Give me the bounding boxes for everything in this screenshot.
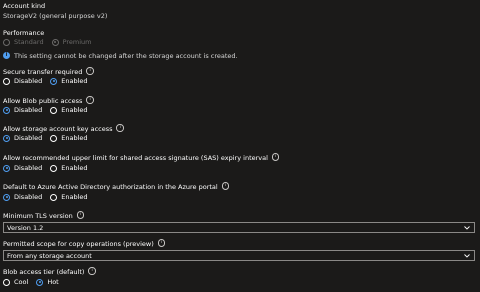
access-tier-label-text: Blob access tier (default)	[3, 268, 85, 276]
secure-transfer-label-text: Secure transfer required	[3, 68, 83, 76]
storage-key-access-radio-group: Disabled Enabled	[3, 134, 96, 142]
copy-scope-value: From any storage account	[7, 252, 92, 260]
chevron-down-icon	[464, 254, 470, 258]
blob-public-access-label-text: Allow Blob public access	[3, 97, 83, 105]
storage-key-access-disabled-label: Disabled	[14, 134, 43, 142]
info-icon[interactable]: i	[271, 153, 280, 161]
performance-radio-group: Standard Premium	[3, 38, 100, 46]
storage-key-access-label: Allow storage account key access i	[3, 124, 124, 133]
copy-scope-dropdown[interactable]: From any storage account	[3, 250, 475, 261]
info-icon[interactable]: i	[116, 124, 124, 132]
aad-default-enabled-label: Enabled	[61, 193, 88, 201]
performance-standard-radio[interactable]	[3, 38, 10, 46]
chevron-down-icon	[464, 226, 470, 230]
info-icon[interactable]: i	[221, 182, 230, 190]
aad-default-label: Default to Azure Active Directory author…	[3, 182, 230, 191]
storage-key-access-enabled-label: Enabled	[61, 134, 88, 142]
tls-version-dropdown[interactable]: Version 1.2	[3, 222, 475, 233]
account-kind-label: Account kind	[3, 2, 46, 10]
sas-expiry-label-text: Allow recommended upper limit for shared…	[3, 154, 268, 162]
access-tier-radio-group: Cool Hot	[3, 278, 67, 286]
aad-default-disabled-radio[interactable]	[3, 193, 10, 201]
aad-default-disabled-label: Disabled	[14, 193, 43, 201]
copy-scope-label-text: Permitted scope for copy operations (pre…	[3, 240, 154, 248]
storage-key-access-disabled-radio[interactable]	[3, 134, 10, 142]
blob-public-access-radio-group: Disabled Enabled	[3, 106, 96, 114]
info-icon[interactable]: i	[76, 211, 85, 219]
info-icon[interactable]: i	[86, 67, 94, 75]
sas-expiry-label: Allow recommended upper limit for shared…	[3, 153, 280, 162]
performance-note-text: This setting cannot be changed after the…	[14, 52, 238, 60]
secure-transfer-label: Secure transfer required i	[3, 67, 94, 76]
copy-scope-label: Permitted scope for copy operations (pre…	[3, 239, 166, 248]
secure-transfer-disabled-label: Disabled	[14, 77, 43, 85]
info-icon[interactable]: i	[157, 239, 166, 247]
aad-default-enabled-radio[interactable]	[50, 193, 58, 201]
performance-standard-label: Standard	[14, 38, 44, 46]
performance-label: Performance	[3, 29, 45, 37]
sas-expiry-enabled-label: Enabled	[61, 164, 88, 172]
info-icon[interactable]: i	[86, 96, 94, 104]
sas-expiry-disabled-label: Disabled	[14, 164, 43, 172]
performance-note: i This setting cannot be changed after th…	[3, 51, 238, 60]
info-filled-icon: i	[3, 51, 10, 59]
blob-public-access-enabled-radio[interactable]	[50, 106, 58, 114]
storage-key-access-enabled-radio[interactable]	[50, 134, 58, 142]
sas-expiry-disabled-radio[interactable]	[3, 164, 10, 172]
access-tier-cool-radio[interactable]	[3, 278, 10, 286]
secure-transfer-enabled-label: Enabled	[61, 77, 88, 85]
access-tier-hot-radio[interactable]	[36, 278, 44, 286]
blob-public-access-disabled-label: Disabled	[14, 106, 43, 114]
sas-expiry-radio-group: Disabled Enabled	[3, 164, 96, 172]
blob-public-access-label: Allow Blob public access i	[3, 96, 94, 105]
secure-transfer-enabled-radio[interactable]	[50, 77, 58, 85]
account-kind-value: StorageV2 (general purpose v2)	[3, 12, 108, 20]
secure-transfer-radio-group: Disabled Enabled	[3, 77, 96, 85]
info-icon[interactable]: i	[88, 267, 96, 275]
performance-premium-radio[interactable]	[51, 38, 59, 46]
access-tier-label: Blob access tier (default) i	[3, 267, 96, 276]
tls-version-value: Version 1.2	[7, 224, 44, 232]
blob-public-access-disabled-radio[interactable]	[3, 106, 10, 114]
tls-label-text: Minimum TLS version	[3, 212, 73, 220]
aad-default-radio-group: Disabled Enabled	[3, 193, 96, 201]
storage-key-access-label-text: Allow storage account key access	[3, 125, 113, 133]
access-tier-hot-label: Hot	[47, 278, 59, 286]
tls-label: Minimum TLS version i	[3, 211, 85, 220]
access-tier-cool-label: Cool	[14, 278, 29, 286]
sas-expiry-enabled-radio[interactable]	[50, 164, 58, 172]
blob-public-access-enabled-label: Enabled	[61, 106, 88, 114]
secure-transfer-disabled-radio[interactable]	[3, 77, 10, 85]
performance-premium-label: Premium	[62, 38, 92, 46]
aad-default-label-text: Default to Azure Active Directory author…	[3, 183, 218, 191]
